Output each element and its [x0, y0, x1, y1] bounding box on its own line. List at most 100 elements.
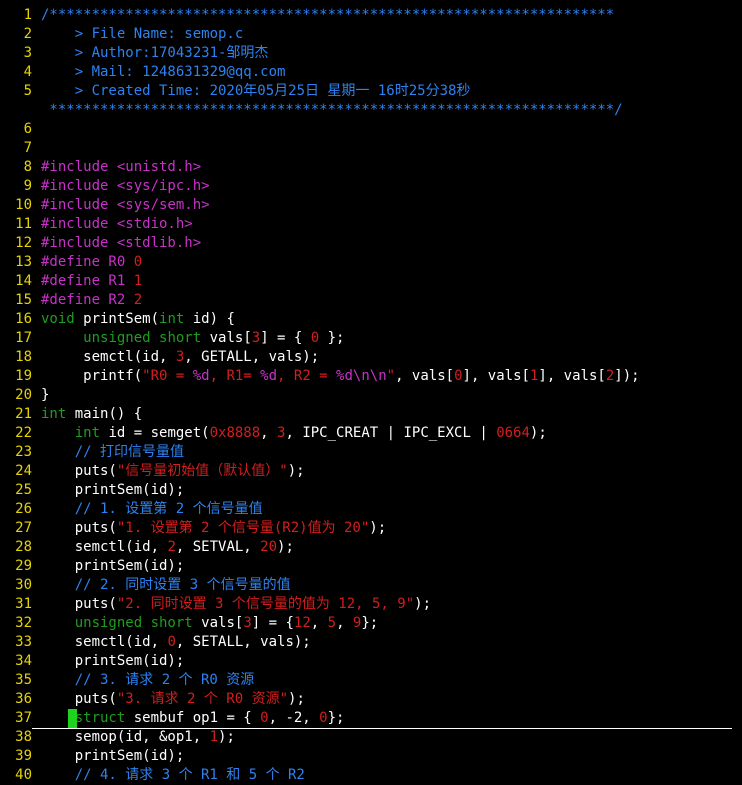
code-line[interactable]: 13 #define R0 0: [0, 253, 742, 272]
line-text: // 3. 请求 2 个 R0 资源: [32, 671, 255, 690]
line-text: #define R2 2: [32, 291, 142, 310]
code-line[interactable]: 31 puts("2. 同时设置 3 个信号量的值为 12, 5, 9");: [0, 595, 742, 614]
code-line[interactable]: 9 #include <sys/ipc.h>: [0, 177, 742, 196]
code-line[interactable]: 25 printSem(id);: [0, 481, 742, 500]
line-number: 10: [15, 197, 32, 213]
code-line[interactable]: 37 struct sembuf op1 = { 0, -2, 0};: [0, 709, 742, 729]
code-token: 0: [133, 254, 143, 270]
code-line[interactable]: 30 // 2. 同时设置 3 个信号量的值: [0, 576, 742, 595]
line-text: #include <sys/sem.h>: [32, 196, 210, 215]
code-line[interactable]: 2 > File Name: semop.c: [0, 25, 742, 44]
code-line[interactable]: 38 semop(id, &op1, 1);: [0, 728, 742, 747]
code-token: 0x8888: [209, 425, 261, 441]
code-token: int: [74, 425, 101, 441]
code-line[interactable]: 4 > Mail: 1248631329@qq.com: [0, 63, 742, 82]
code-line[interactable]: 12 #include <stdlib.h>: [0, 234, 742, 253]
code-line[interactable]: 17 unsigned short vals[3] = { 0 };: [0, 329, 742, 348]
code-line[interactable]: 8 #include <unistd.h>: [0, 158, 742, 177]
code-token: // 3. 请求 2 个 R0 资源: [74, 672, 255, 688]
code-line[interactable]: ****************************************…: [0, 101, 742, 120]
line-text: /***************************************…: [32, 6, 614, 25]
code-line[interactable]: 15 #define R2 2: [0, 291, 742, 310]
code-token: semctl(id,: [41, 349, 176, 365]
code-line[interactable]: 20}: [0, 386, 742, 405]
line-number: 3: [23, 45, 32, 61]
code-token: %d\n\n: [336, 368, 387, 384]
code-line[interactable]: 26 // 1. 设置第 2 个信号量值: [0, 500, 742, 519]
code-line[interactable]: 39 printSem(id);: [0, 747, 742, 766]
code-line[interactable]: 11 #include <stdio.h>: [0, 215, 742, 234]
code-line[interactable]: 7: [0, 139, 742, 158]
code-token: );: [288, 691, 305, 707]
line-number: 38: [15, 729, 32, 745]
line-number: 5: [23, 83, 32, 99]
line-text: semctl(id, 2, SETVAL, 20);: [32, 538, 294, 557]
line-number: 7: [23, 140, 32, 156]
line-text: #include <unistd.h>: [32, 158, 201, 177]
line-number: 19: [15, 368, 32, 384]
code-token: %d: [260, 368, 278, 384]
line-number: 18: [15, 349, 32, 365]
code-line[interactable]: 34 printSem(id);: [0, 652, 742, 671]
code-line[interactable]: 1 /**************************************…: [0, 6, 742, 25]
code-line[interactable]: 36 puts("3. 请求 2 个 R0 资源");: [0, 690, 742, 709]
text-cursor: [68, 709, 77, 728]
code-token: > File Name: semop.c: [41, 26, 244, 42]
line-text: semctl(id, 0, SETALL, vals);: [32, 633, 311, 652]
code-token: > Mail: 1248631329@qq.com: [41, 64, 286, 80]
code-line[interactable]: 22 int id = semget(0x8888, 3, IPC_CREAT …: [0, 424, 742, 443]
code-token: );: [287, 463, 305, 479]
code-token: <unistd.h>: [116, 159, 202, 175]
line-number: 37: [15, 710, 32, 726]
line-number: 12: [15, 235, 32, 251]
code-token: #include: [41, 159, 117, 175]
code-line[interactable]: 18 semctl(id, 3, GETALL, vals);: [0, 348, 742, 367]
code-line[interactable]: 19 printf("R0 = %d, R1= %d, R2 = %d\n\n"…: [0, 367, 742, 386]
code-line[interactable]: 32 unsigned short vals[3] = {12, 5, 9};: [0, 614, 742, 633]
line-text: puts("1. 设置第 2 个信号量(R2)值为 20");: [32, 519, 386, 538]
code-line[interactable]: 16 void printSem(int id) {: [0, 310, 742, 329]
code-token: 2: [167, 539, 176, 555]
code-token: , IPC_CREAT | IPC_EXCL |: [285, 425, 497, 441]
line-number: 31: [15, 596, 32, 612]
line-text: > Created Time: 2020年05月25日 星期一 16时25分38…: [32, 82, 471, 101]
code-token: );: [218, 729, 235, 745]
code-editor[interactable]: 1 /**************************************…: [0, 0, 742, 783]
line-text: #define R1 1: [32, 272, 142, 291]
code-token: "3. 请求 2 个 R0 资源": [116, 691, 289, 707]
code-line[interactable]: 35 // 3. 请求 2 个 R0 资源: [0, 671, 742, 690]
code-line[interactable]: 10 #include <sys/sem.h>: [0, 196, 742, 215]
code-line[interactable]: 24 puts("信号量初始值（默认值）");: [0, 462, 742, 481]
line-number: 13: [15, 254, 32, 270]
code-line[interactable]: 21 int main() {: [0, 405, 742, 424]
code-line[interactable]: 5 > Created Time: 2020年05月25日 星期一 16时25分…: [0, 82, 742, 101]
line-number: 21: [15, 406, 32, 422]
line-number: 16: [15, 311, 32, 327]
code-token: > Author:17043231-邹明杰: [41, 45, 269, 61]
line-text: printf("R0 = %d, R1= %d, R2 = %d\n\n", v…: [32, 367, 639, 386]
code-line[interactable]: 27 puts("1. 设置第 2 个信号量(R2)值为 20");: [0, 519, 742, 538]
line-number: 23: [15, 444, 32, 460]
code-token: , vals[: [395, 368, 455, 384]
line-number: 25: [15, 482, 32, 498]
code-line[interactable]: 28 semctl(id, 2, SETVAL, 20);: [0, 538, 742, 557]
code-token: 1: [133, 273, 143, 289]
code-line[interactable]: 33 semctl(id, 0, SETALL, vals);: [0, 633, 742, 652]
code-line[interactable]: 29 printSem(id);: [0, 557, 742, 576]
code-token: unsigned short: [74, 615, 193, 631]
code-line[interactable]: 14 #define R1 1: [0, 272, 742, 291]
line-number: 20: [15, 387, 32, 403]
line-number: 32: [15, 615, 32, 631]
code-line[interactable]: 6: [0, 120, 742, 139]
code-token: id) {: [184, 311, 235, 327]
code-line[interactable]: 23 // 打印信号量值: [0, 443, 742, 462]
code-token: semctl(id,: [41, 634, 168, 650]
line-number: 9: [23, 178, 32, 194]
code-token: > Created Time: 2020年05月25日 星期一 16时25分38…: [41, 83, 471, 99]
code-token: <stdio.h>: [116, 216, 193, 232]
code-line[interactable]: 3 > Author:17043231-邹明杰: [0, 44, 742, 63]
code-token: ], vals[: [462, 368, 530, 384]
line-number: 29: [15, 558, 32, 574]
